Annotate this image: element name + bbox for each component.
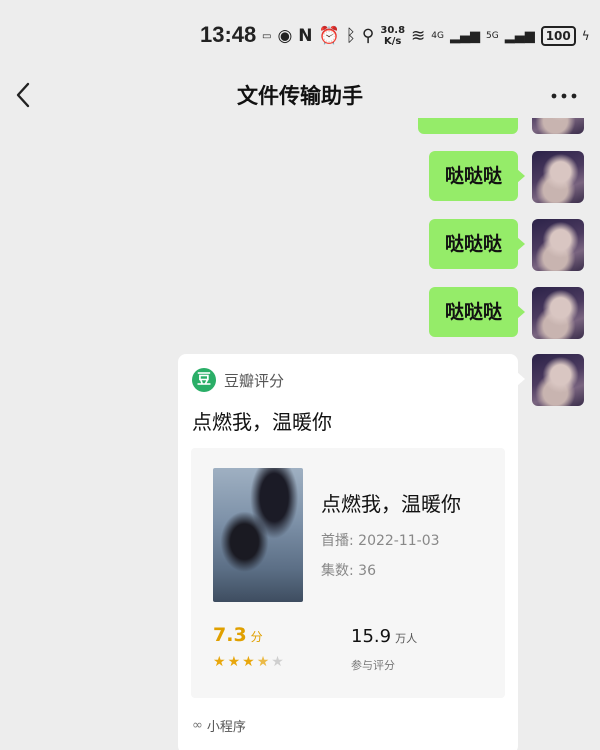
score-unit: 分 [250, 630, 263, 644]
eye-icon: ◉ [277, 26, 293, 46]
avatar[interactable] [532, 118, 584, 134]
charging-icon: ϟ [581, 29, 590, 43]
chat-title: 文件传输助手 [237, 84, 363, 108]
episode-count: 集数: 36 [321, 563, 376, 579]
rating-count-label: 参与评分 [351, 659, 395, 672]
card-source: 豆 豆瓣评分 [192, 368, 284, 392]
signal-label-1: 4G [431, 31, 444, 41]
location-icon: ⚲ [361, 26, 375, 46]
star-rating: ★ ★ ★ ★ ★ [213, 654, 284, 670]
signal-label-2: 5G [486, 31, 499, 41]
star-icon: ★ [213, 654, 226, 670]
net-speed: 30.8 K/s [380, 25, 406, 47]
clock: 13:48 [200, 22, 257, 47]
nav-bar: 文件传输助手 [0, 72, 600, 118]
battery-indicator: 100 [540, 26, 576, 46]
signal-bars-icon: ▂▄▆ [450, 28, 480, 44]
card-preview: 点燃我，温暖你 首播: 2022-11-03 集数: 36 7.3 分 ★ ★ … [191, 448, 505, 698]
card-footer: ∞ 小程序 [192, 716, 246, 735]
mini-program-icon: ∞ [192, 718, 203, 733]
bluetooth-icon: ᛒ [345, 26, 356, 46]
avatar[interactable] [532, 354, 584, 406]
rating-count-block: 15.9 万人 参与评分 [351, 626, 417, 673]
score: 7.3 分 [213, 624, 284, 646]
douban-logo-icon: 豆 [192, 368, 216, 392]
message-bubble[interactable]: 哒哒哒 [428, 287, 526, 337]
wifi-icon: ≋ [411, 26, 426, 46]
status-bar: 13:48 ▭ ◉ N ⏰ ᛒ ⚲ 30.8 K/s ≋ 4G ▂▄▆ 5G ▂… [0, 0, 600, 72]
source-name: 豆瓣评分 [224, 371, 285, 390]
message-bubble-partial[interactable] [418, 118, 518, 134]
alarm-icon: ⏰ [318, 26, 340, 46]
avatar[interactable] [532, 151, 584, 203]
star-icon: ★ [227, 654, 241, 670]
premiere-date: 首播: 2022-11-03 [321, 533, 440, 549]
score-value: 7.3 [213, 624, 247, 646]
rating-block: 7.3 分 ★ ★ ★ ★ ★ [213, 624, 284, 670]
avatar[interactable] [532, 287, 584, 339]
status-icons: ▭ ◉ N ⏰ ᛒ ⚲ 30.8 K/s ≋ 4G ▂▄▆ 5G ▂▄▆ 100… [262, 22, 590, 50]
message-bubble[interactable]: 哒哒哒 [428, 219, 526, 269]
star-half-icon: ★ [256, 654, 270, 670]
nfc-icon: N [298, 26, 313, 46]
rating-count-unit: 万人 [395, 632, 418, 645]
card-title: 点燃我，温暖你 [192, 410, 332, 434]
rating-count: 15.9 万人 [351, 626, 417, 647]
show-title: 点燃我，温暖你 [321, 492, 461, 516]
hd-icon: ▭ [262, 30, 272, 42]
star-icon: ★ [242, 654, 255, 670]
message-bubble[interactable]: 哒哒哒 [428, 151, 526, 201]
mini-program-label: 小程序 [206, 720, 246, 735]
chat-area[interactable]: 哒哒哒 哒哒哒 哒哒哒 豆 豆瓣评分 点燃我，温暖你 点燃我，温暖你 首播: 2… [0, 118, 600, 750]
star-empty-icon: ★ [271, 654, 284, 670]
more-icon[interactable] [548, 78, 580, 112]
rating-count-value: 15.9 [351, 626, 392, 647]
signal-bars-icon-2: ▂▄▆ [504, 28, 535, 44]
poster-image [213, 468, 303, 602]
mini-program-card[interactable]: 豆 豆瓣评分 点燃我，温暖你 点燃我，温暖你 首播: 2022-11-03 集数… [178, 354, 525, 750]
avatar[interactable] [532, 219, 584, 271]
